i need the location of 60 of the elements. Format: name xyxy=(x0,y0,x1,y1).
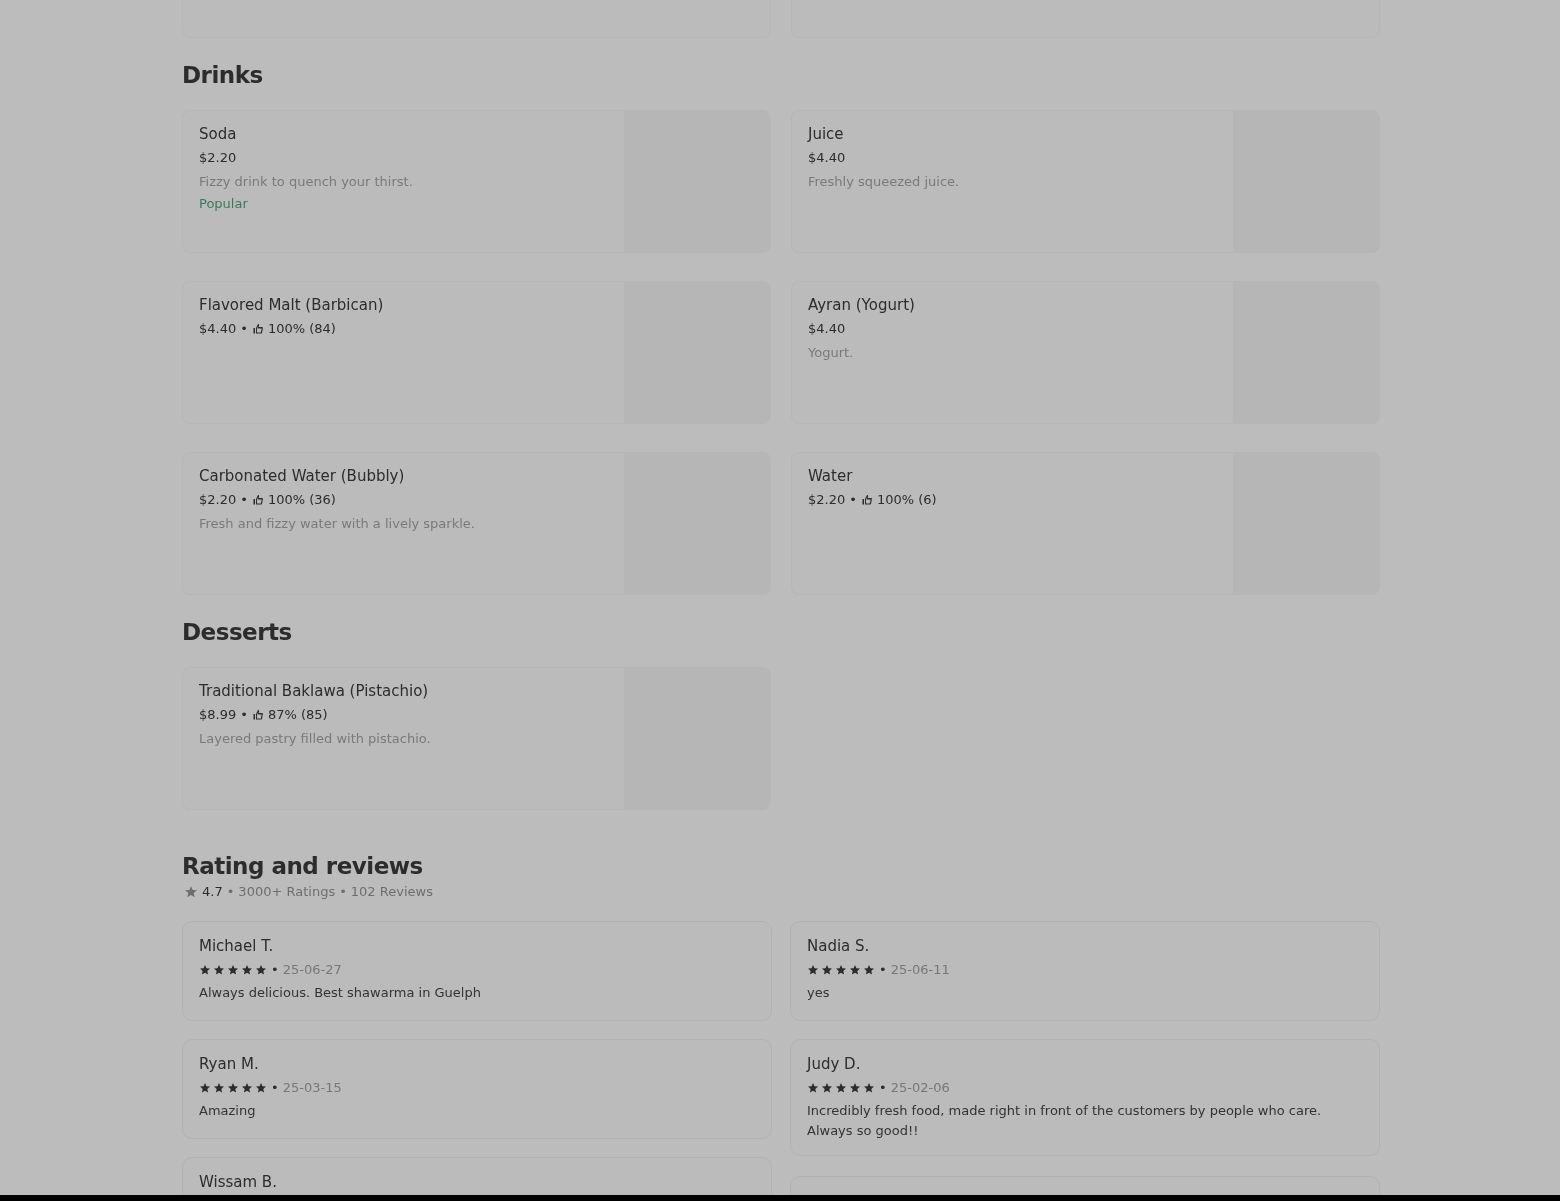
menu-item-card[interactable]: Juice $4.40 Freshly squeezed juice. xyxy=(791,110,1380,253)
separator-dot: • xyxy=(849,491,857,509)
separator-dot: • xyxy=(879,1079,887,1097)
review-text: Incredibly fresh food, made right in front of the customers by people who care. Always so good!! xyxy=(807,1102,1323,1140)
menu-item-card[interactable]: Carbonated Water (Bubbly) $2.20 • 100% (36) Fresh and fizzy water with a lively sparkle. xyxy=(182,452,771,595)
separator-dot: • xyxy=(226,883,235,901)
review-text: Amazing xyxy=(199,1102,257,1120)
item-description: Fizzy drink to quench your thirst. xyxy=(199,173,413,191)
reviewer-name: Michael T. xyxy=(199,936,275,957)
item-price: $4.40 xyxy=(808,149,846,167)
menu-item-card[interactable]: Ayran (Yogurt) $4.40 Yogurt. xyxy=(791,281,1380,424)
reviews-count: 102 Reviews xyxy=(350,883,433,901)
separator-dot: • xyxy=(879,961,887,979)
review-date: 25-06-11 xyxy=(890,961,950,979)
section-heading: Desserts xyxy=(182,618,293,647)
menu-item-card[interactable]: Soda $2.20 Fizzy drink to quench your thirst. Popular xyxy=(182,110,771,253)
menu-item-card[interactable]: Water $2.20 • 100% (6) xyxy=(791,452,1380,595)
separator-dot: • xyxy=(240,706,248,724)
reviewer-name: Nadia S. xyxy=(807,936,871,957)
separator-dot: • xyxy=(240,491,248,509)
item-price: $2.20 xyxy=(199,491,237,509)
item-name: Ayran (Yogurt) xyxy=(808,295,915,316)
review-date: 25-02-06 xyxy=(890,1079,950,1097)
popular-label: Popular xyxy=(199,195,248,213)
review-text: yes xyxy=(807,984,831,1002)
separator-dot: • xyxy=(339,883,347,901)
menu-item-card[interactable]: Traditional Baklawa (Pistachio) $8.99 • 87% (85) Layered pastry filled with pistachio. xyxy=(182,667,771,810)
item-name: Juice xyxy=(808,124,844,145)
review-text: Always delicious. Best shawarma in Guelph xyxy=(199,984,482,1002)
section-heading: Drinks xyxy=(182,61,264,90)
item-price: $4.40 xyxy=(808,320,846,338)
item-description: Yogurt. xyxy=(808,344,854,362)
item-description: Fresh and fizzy water with a lively sparkle. xyxy=(199,515,475,533)
review-date: 25-06-27 xyxy=(282,961,342,979)
menu-item-card[interactable]: Flavored Malt (Barbican) $4.40 • 100% (84) xyxy=(182,281,771,424)
approval-rating: 100% (84) xyxy=(267,320,336,338)
separator-dot: • xyxy=(240,320,248,338)
separator-dot: • xyxy=(271,1079,279,1097)
item-name: Water xyxy=(808,466,853,487)
item-price: $8.99 xyxy=(199,706,237,724)
approval-rating: 87% (85) xyxy=(267,706,328,724)
review-date: 25-03-15 xyxy=(282,1079,342,1097)
ratings-count: 3000+ Ratings xyxy=(238,883,336,901)
item-name: Soda xyxy=(199,124,237,145)
item-name: Traditional Baklawa (Pistachio) xyxy=(199,681,429,702)
item-price: $2.20 xyxy=(199,149,237,167)
section-heading: Rating and reviews xyxy=(182,852,424,881)
item-price: $2.20 xyxy=(808,491,846,509)
reviewer-name: Ryan M. xyxy=(199,1054,260,1075)
separator-dot: • xyxy=(271,961,279,979)
item-description: Layered pastry filled with pistachio. xyxy=(199,730,431,748)
item-name: Carbonated Water (Bubbly) xyxy=(199,466,405,487)
item-price: $4.40 xyxy=(199,320,237,338)
item-name: Flavored Malt (Barbican) xyxy=(199,295,384,316)
reviewer-name: Judy D. xyxy=(807,1054,862,1075)
approval-rating: 100% (6) xyxy=(876,491,937,509)
rating-value: 4.7 xyxy=(202,883,223,901)
approval-rating: 100% (36) xyxy=(267,491,336,509)
item-description: Freshly squeezed juice. xyxy=(808,173,960,191)
reviewer-name: Wissam B. xyxy=(199,1172,278,1193)
